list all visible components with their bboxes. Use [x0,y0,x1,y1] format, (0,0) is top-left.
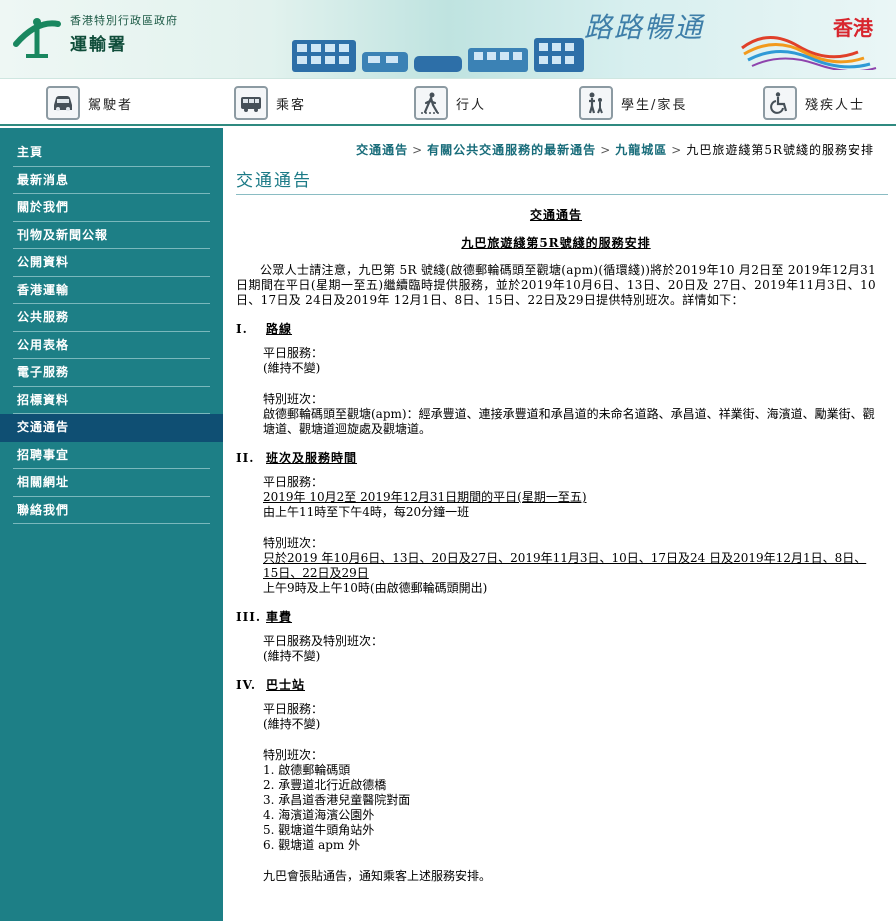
section-title: 車費 [266,610,293,624]
special-dates: 只於2019 年10月6日、13日、20日及27日、2019年11月3日、10日… [263,551,867,580]
breadcrumb-separator: > [412,143,424,157]
audience-label: 學生/家長 [621,97,688,113]
main-content: 交通通告 > 有關公共交通服務的最新通告 > 九龍城區 > 九巴旅遊綫第5R號綫的服務安排 … [236,128,888,884]
timetable-special: 特別班次： 只於2019 年10月6日、13日、20日及27日、2019年11月… [263,536,876,596]
audience-label: 乘客 [276,97,307,113]
notice-document: 交通通告 九巴旅遊綫第5R號綫的服務安排 公眾人士請注意，九巴第 5R 號綫(啟… [236,208,888,884]
weekday-label: 平日服務： [263,475,324,489]
sidebar-item-forms[interactable]: 公用表格 [13,332,210,359]
sidebar: 主頁 最新消息 關於我們 刊物及新聞公報 公開資料 香港運輸 公共服務 公用表格… [0,128,223,921]
sidebar-item-traffic-notices[interactable]: 交通通告 [0,414,223,442]
audience-label: 駕駛者 [88,97,134,113]
sidebar-item-home[interactable]: 主頁 [13,139,210,167]
special-label: 特別班次： [263,748,324,762]
breadcrumb-link-traffic-notices[interactable]: 交通通告 [356,143,408,157]
weekday-time: 由上午11時至下午4時，每20分鐘一班 [263,505,470,519]
bus-icon [234,86,268,120]
sidebar-item-contact-us[interactable]: 聯絡我們 [13,497,210,524]
bus-stop-item: 2. 承豐道北行近啟德橋 [263,778,387,792]
section-route-heading: I. 路線 [236,322,876,337]
special-label: 特別班次： [263,536,324,550]
weekday-value: (維持不變) [263,361,321,375]
bus-stops-special: 特別班次： 1. 啟德郵輪碼頭 2. 承豐道北行近啟德橋 3. 承昌道香港兒童醫… [263,748,876,853]
notice-intro: 公眾人士請注意，九巴第 5R 號綫(啟德郵輪碼頭至觀塘(apm)(循環綫))將於… [236,263,876,307]
sidebar-nav: 主頁 最新消息 關於我們 刊物及新聞公報 公開資料 香港運輸 公共服務 公用表格… [0,128,223,524]
car-icon [46,86,80,120]
department-name: 運輸署 [70,35,127,55]
breadcrumb-separator: > [671,143,683,157]
pedestrian-icon [414,86,448,120]
notice-subtitle: 九巴旅遊綫第5R號綫的服務安排 [461,236,651,250]
vehicles-illustration-icon [292,38,584,72]
site-header: 香港特別行政區政府 運輸署 路路暢通 香港 [0,0,896,78]
fare-value: (維持不變) [263,649,321,663]
section-number: II. [236,451,255,465]
section-timetable-heading: II. 班次及服務時間 [236,451,876,466]
section-title: 班次及服務時間 [266,451,358,465]
sidebar-item-tenders[interactable]: 招標資料 [13,387,210,414]
audience-label: 行人 [456,97,487,113]
sidebar-item-related-links[interactable]: 相關網址 [13,469,210,497]
special-time: 上午9時及上午10時(由啟德郵輪碼頭開出) [263,581,488,595]
sidebar-item-recruitment[interactable]: 招聘事宜 [13,442,210,469]
breadcrumb-link-public-transport-notices[interactable]: 有關公共交通服務的最新通告 [427,143,596,157]
timetable-weekday: 平日服務： 2019年 10月2至 2019年12月31日期間的平日(星期一至五… [263,475,876,520]
bus-stop-item: 6. 觀塘道 apm 外 [263,838,361,852]
slogan: 路路暢通 [584,11,705,44]
sidebar-item-about-us[interactable]: 關於我們 [13,194,210,222]
bus-stops-weekday: 平日服務： (維持不變) [263,702,876,732]
special-route: 啟德郵輪碼頭至觀塘(apm)：經承豐道、連接承豐道和承昌道的未命名道路、承昌道、… [263,407,875,436]
sidebar-item-e-services[interactable]: 電子服務 [13,359,210,387]
notice-closing: 九巴會張貼通告，通知乘客上述服務安排。 [263,869,492,883]
sidebar-item-whats-new[interactable]: 最新消息 [13,167,210,194]
audience-bar: 駕駛者 乘客 行人 學生/家長 殘疾人士 [0,78,896,126]
weekday-label: 平日服務： [263,702,324,716]
section-number: III. [236,610,262,624]
sidebar-item-public-information[interactable]: 公開資料 [13,249,210,277]
bus-stop-item: 4. 海濱道海濱公園外 [263,808,375,822]
family-icon [579,86,613,120]
route-special: 特別班次： 啟德郵輪碼頭至觀塘(apm)：經承豐道、連接承豐道和承昌道的未命名道… [263,392,876,437]
weekday-period: 2019年 10月2至 2019年12月31日期間的平日(星期一至五) [263,490,587,504]
weekday-value: (維持不變) [263,717,321,731]
weekday-label: 平日服務： [263,346,324,360]
section-bus-stops-heading: IV. 巴士站 [236,678,876,693]
audience-students-parents[interactable]: 學生/家長 [579,86,687,120]
sidebar-item-publications[interactable]: 刊物及新聞公報 [13,222,210,249]
section-title: 路線 [266,322,293,336]
route-weekday: 平日服務： (維持不變) [263,346,876,376]
brand-hong-kong-text: 香港 [833,16,873,40]
audience-drivers[interactable]: 駕駛者 [46,86,133,120]
breadcrumb-current: 九巴旅遊綫第5R號綫的服務安排 [686,143,874,157]
audience-pedestrians[interactable]: 行人 [414,86,486,120]
bus-stop-item: 1. 啟德郵輪碼頭 [263,763,351,777]
sidebar-item-hk-transport[interactable]: 香港運輸 [13,277,210,304]
notice-title: 交通通告 [529,208,582,222]
government-name: 香港特別行政區政府 [70,14,178,27]
breadcrumb: 交通通告 > 有關公共交通服務的最新通告 > 九龍城區 > 九巴旅遊綫第5R號綫的服務安排 [236,141,888,158]
audience-label: 殘疾人士 [805,97,866,113]
page-title: 交通通告 [236,166,888,195]
special-label: 特別班次： [263,392,324,406]
bus-stop-item: 5. 觀塘道牛頭角站外 [263,823,375,837]
breadcrumb-separator: > [600,143,612,157]
section-number: IV. [236,678,257,692]
bus-stop-item: 3. 承昌道香港兒童醫院對面 [263,793,411,807]
section-number: I. [236,322,248,336]
audience-disabled-persons[interactable]: 殘疾人士 [763,86,865,120]
fare-info: 平日服務及特別班次： (維持不變) [263,634,876,664]
wheelchair-icon [763,86,797,120]
sidebar-item-public-services[interactable]: 公共服務 [13,304,210,332]
audience-passengers[interactable]: 乘客 [234,86,306,120]
section-title: 巴士站 [266,678,306,692]
fare-label: 平日服務及特別班次： [263,634,384,648]
breadcrumb-link-kowloon-city[interactable]: 九龍城區 [615,143,667,157]
transport-department-logo-icon[interactable] [12,14,62,58]
section-fare-heading: III. 車費 [236,610,876,625]
